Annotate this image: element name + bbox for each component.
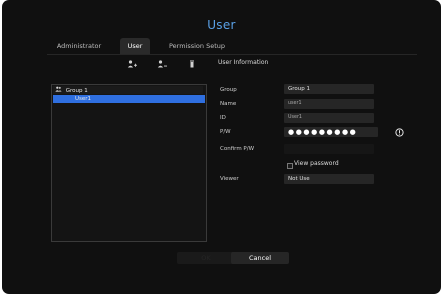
tab-divider xyxy=(47,54,417,55)
tab-administrator[interactable]: Administrator xyxy=(47,38,111,54)
name-field[interactable]: user1 xyxy=(284,99,374,109)
add-user-icon[interactable] xyxy=(156,58,168,70)
tree-group-item[interactable]: Group 1 xyxy=(53,86,203,94)
tree-user-label: User1 xyxy=(75,96,92,102)
tree-group-label: Group 1 xyxy=(65,87,88,94)
user-settings-window: User Administrator User Permission Setup xyxy=(2,0,441,294)
password-label: P/W xyxy=(220,129,231,135)
id-field[interactable]: User1 xyxy=(284,113,374,123)
user-tree-panel: Group 1 User1 xyxy=(51,84,207,242)
view-password-label: View password xyxy=(294,160,339,167)
view-password-checkbox[interactable] xyxy=(287,163,293,169)
user-information-heading: User Information xyxy=(218,59,269,66)
name-label: Name xyxy=(220,101,237,107)
confirm-password-field[interactable] xyxy=(284,144,374,154)
delete-icon[interactable] xyxy=(186,58,198,70)
add-group-icon[interactable] xyxy=(126,58,138,70)
group-label: Group xyxy=(220,87,237,93)
tree-user-item[interactable]: User1 xyxy=(53,95,205,103)
ok-button[interactable]: OK xyxy=(177,252,235,264)
password-value: ●●●●●●●●● xyxy=(288,128,358,136)
viewer-label: Viewer xyxy=(220,176,239,182)
cancel-button[interactable]: Cancel xyxy=(231,252,289,264)
password-field[interactable]: ●●●●●●●●● xyxy=(284,127,378,137)
confirm-password-label: Confirm P/W xyxy=(220,146,255,152)
group-select[interactable]: Group 1 xyxy=(284,84,374,94)
viewer-select[interactable]: Not Use xyxy=(284,174,374,184)
id-label: ID xyxy=(220,115,226,121)
tab-permission-setup[interactable]: Permission Setup xyxy=(159,38,235,54)
group-icon xyxy=(55,86,62,95)
tab-user[interactable]: User xyxy=(120,38,150,54)
page-title: User xyxy=(207,18,236,32)
show-password-icon[interactable] xyxy=(391,127,407,137)
